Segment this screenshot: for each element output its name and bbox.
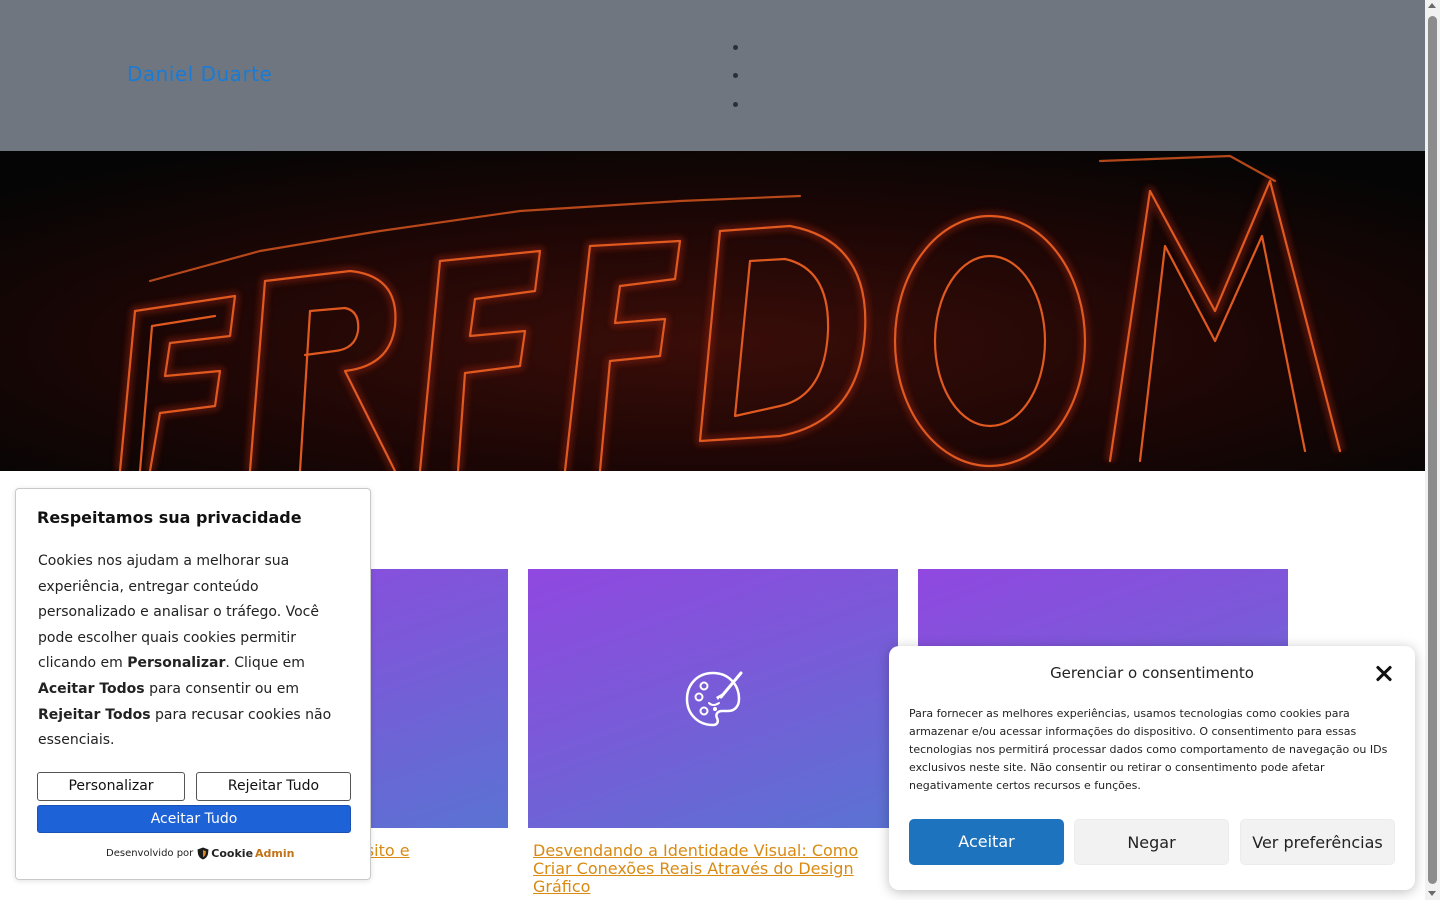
hero-image (0, 151, 1425, 471)
cookieadmin-logo[interactable]: Cookie Admin (197, 847, 294, 860)
accept-all-button[interactable]: Aceitar Tudo (37, 805, 351, 833)
cookie-text-bold: Aceitar Todos (38, 680, 145, 697)
site-header: Daniel Duarte (0, 0, 1425, 151)
post-thumbnail[interactable] (528, 569, 898, 828)
brand-text-part1: Cookie (211, 847, 254, 860)
consent-deny-button[interactable]: Negar (1074, 819, 1229, 865)
shield-icon (197, 847, 209, 860)
nav-item-bullet[interactable] (733, 45, 738, 50)
close-icon[interactable] (1373, 662, 1395, 684)
customize-button[interactable]: Personalizar (37, 772, 185, 801)
nav-item-bullet[interactable] (733, 73, 738, 78)
reject-all-button[interactable]: Rejeitar Tudo (196, 772, 351, 801)
scroll-up-arrow-icon[interactable] (1428, 3, 1436, 8)
post-title-link[interactable]: Desvendando a Identidade Visual: Como Cr… (528, 842, 888, 896)
cookie-text-segment: . Clique em (225, 655, 305, 672)
powered-by: Desenvolvido por Cookie Admin (106, 847, 294, 860)
palette-icon (685, 671, 743, 727)
powered-by-label: Desenvolvido por (106, 848, 194, 859)
cookie-notice-text: Cookies nos ajudam a melhorar sua experi… (38, 549, 358, 754)
consent-manager-dialog: Gerenciar o consentimento Para fornecer … (889, 646, 1415, 890)
nav-item-bullet[interactable] (733, 102, 738, 107)
cookie-notice-banner: Respeitamos sua privacidade Cookies nos … (15, 488, 371, 880)
consent-accept-button[interactable]: Aceitar (909, 819, 1064, 865)
neon-sign-illustration (0, 151, 1425, 471)
cookie-text-segment: Cookies nos ajudam a melhorar sua experi… (38, 553, 319, 672)
cookie-text-segment: para consentir ou em (144, 680, 299, 697)
cookie-text-bold: Personalizar (127, 655, 226, 672)
cookie-notice-title: Respeitamos sua privacidade (37, 508, 302, 527)
page: Daniel Duarte e Desvendando a Identidade… (0, 0, 1440, 900)
scrollbar-thumb[interactable] (1428, 16, 1437, 884)
scroll-down-arrow-icon[interactable] (1428, 891, 1436, 896)
page-scrollbar[interactable] (1425, 0, 1440, 900)
brand-text-part2: Admin (255, 847, 295, 860)
cookie-text-bold: Rejeitar Todos (38, 706, 151, 723)
consent-preferences-button[interactable]: Ver preferências (1240, 819, 1395, 865)
site-title-link[interactable]: Daniel Duarte (127, 62, 272, 86)
post-card: Desvendando a Identidade Visual: Como Cr… (528, 569, 898, 896)
consent-description: Para fornecer as melhores experiências, … (909, 707, 1388, 792)
consent-title: Gerenciar o consentimento (1050, 664, 1254, 682)
